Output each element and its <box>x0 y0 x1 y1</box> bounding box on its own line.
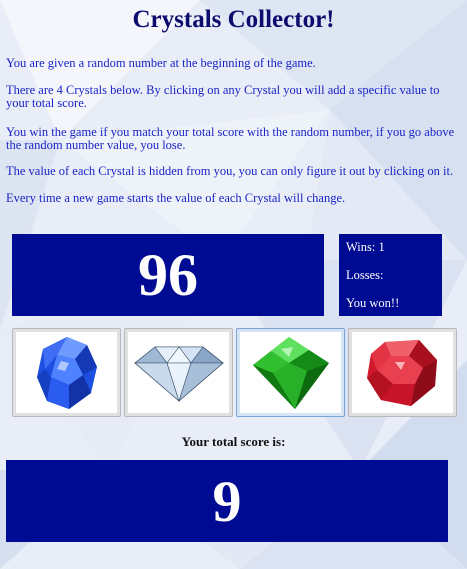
crystal-button-1[interactable] <box>12 328 121 417</box>
random-number-value: 96 <box>138 241 198 308</box>
diamond-icon <box>133 346 224 402</box>
random-number-display: 96 <box>12 234 324 316</box>
blue-crystal-icon <box>36 336 97 409</box>
instruction-4: The value of each Crystal is hidden from… <box>6 164 454 178</box>
app: Crystals Collector! You are given a rand… <box>0 0 467 569</box>
game-status-message: You won!! <box>346 296 400 310</box>
page-title: Crystals Collector! <box>132 6 335 33</box>
crystal-button-3[interactable] <box>236 328 345 417</box>
total-score-display: 9 <box>6 460 448 542</box>
green-crystal-icon <box>252 336 329 409</box>
total-score-value: 9 <box>212 468 242 534</box>
red-crystal-icon <box>366 339 437 406</box>
instruction-3: You win the game if you match your total… <box>6 125 455 152</box>
wins-counter: Wins: 1 <box>346 240 385 254</box>
crystal-button-2[interactable] <box>124 328 233 417</box>
instruction-1: You are given a random number at the beg… <box>6 56 316 70</box>
crystal-button-4[interactable] <box>348 328 457 417</box>
instruction-2: There are 4 Crystals below. By clicking … <box>6 83 440 110</box>
instruction-5: Every time a new game starts the value o… <box>6 191 346 205</box>
total-score-label: Your total score is: <box>181 434 286 449</box>
losses-counter: Losses: <box>346 268 384 282</box>
stats-panel: Wins: 1 Losses: You won!! <box>339 234 442 316</box>
